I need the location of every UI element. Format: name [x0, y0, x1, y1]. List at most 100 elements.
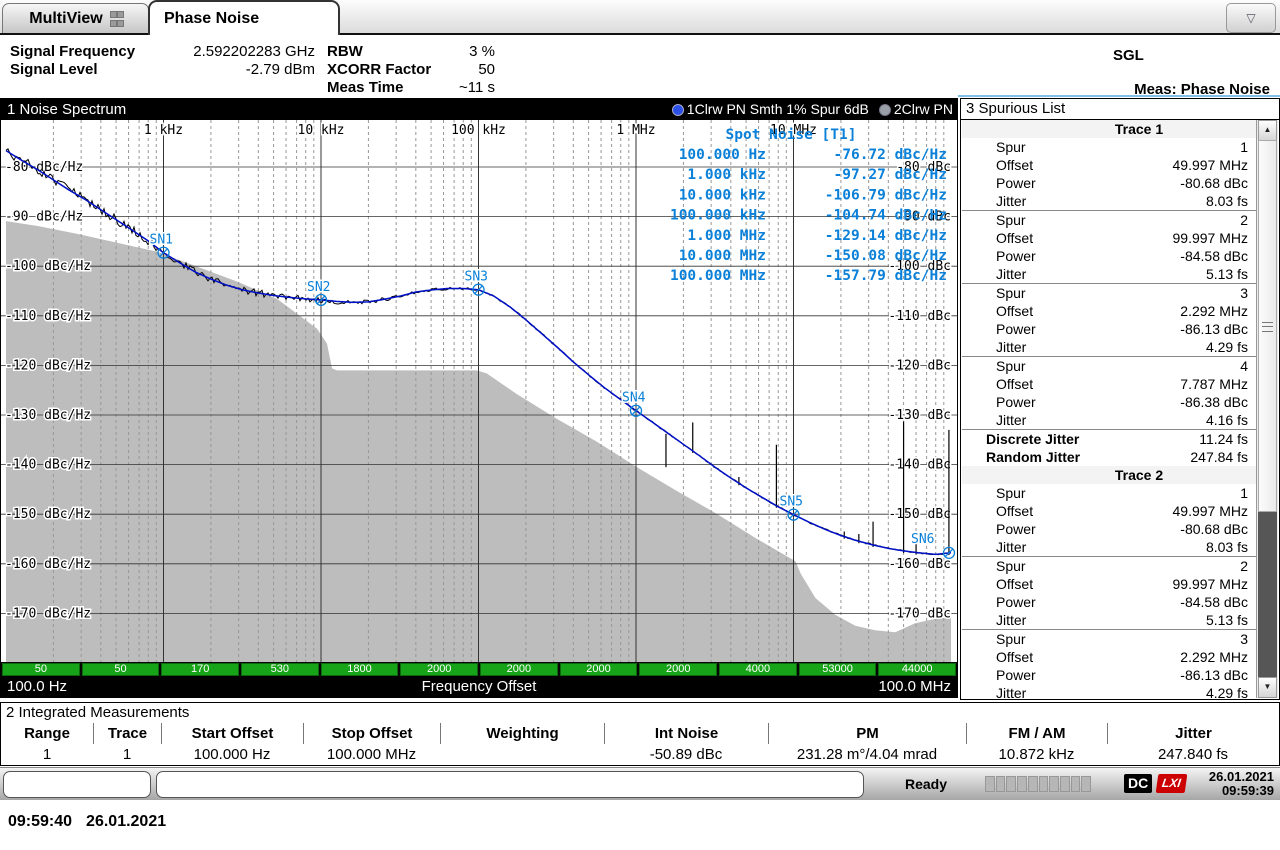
xcorr-segment-bar: 5050170530180020002000200020004000530004…: [1, 662, 957, 676]
xcorr-segment: 2000: [639, 663, 717, 676]
svg-text:-90 dBc/Hz: -90 dBc/Hz: [5, 210, 83, 225]
summary-row: Random Jitter247.84 fs: [962, 448, 1256, 466]
spot-noise-freq: 10.000 MHz: [679, 248, 766, 264]
progress-segment: [996, 776, 1006, 792]
summary-row: Discrete Jitter11.24 fs: [962, 430, 1256, 448]
multiview-grid-icon: [110, 11, 122, 27]
svg-text:10 kHz: 10 kHz: [298, 123, 345, 138]
svg-text:1 kHz: 1 kHz: [144, 123, 183, 138]
xcorr-segment: 2000: [560, 663, 638, 676]
marker-label: SN6: [911, 532, 934, 547]
taskbar-clock: 09:59:40 26.01.2021: [8, 813, 180, 831]
spot-noise-value: -157.79 dBc/Hz: [825, 268, 947, 284]
spur-number-row: Spur3: [962, 284, 1256, 302]
progress-bar: [985, 776, 1091, 792]
spur-group: Spur4Offset7.787 MHzPower-86.38 dBcJitte…: [962, 356, 1256, 429]
noise-spectrum-titlebar: 1 Noise Spectrum 1Clrw PN Smth 1% Spur 6…: [1, 99, 957, 120]
spot-noise-value: -97.27 dBc/Hz: [834, 167, 948, 183]
integrated-cell: Weighting: [440, 723, 604, 744]
progress-segment: [1039, 776, 1049, 792]
spur-power-row: Power-86.13 dBc: [962, 320, 1256, 338]
spur-offset-row: Offset99.997 MHz: [962, 575, 1256, 593]
svg-text:-170 dBc: -170 dBc: [888, 606, 951, 621]
spur-power-row: Power-80.68 dBc: [962, 520, 1256, 538]
svg-text:-150 dBc/Hz: -150 dBc/Hz: [5, 507, 91, 522]
scroll-down-button[interactable]: ▼: [1258, 677, 1277, 698]
trace-header: Trace 1: [962, 120, 1256, 138]
progress-segment: [1006, 776, 1016, 792]
signal-frequency-value: 2.592202283 GHz: [160, 43, 315, 60]
svg-text:-160 dBc/Hz: -160 dBc/Hz: [5, 557, 91, 572]
integrated-cell: [440, 744, 604, 765]
integrated-cell: 100.000 MHz: [303, 744, 440, 765]
spur-power-row: Power-84.58 dBc: [962, 247, 1256, 265]
spur-offset-row: Offset49.997 MHz: [962, 156, 1256, 174]
spurious-list-scrollbar[interactable]: ▲ ▼: [1256, 120, 1278, 698]
progress-segment: [1060, 776, 1070, 792]
spot-noise-value: -129.14 dBc/Hz: [825, 228, 947, 244]
status-field-left[interactable]: [3, 771, 151, 798]
legend-trace1[interactable]: 1Clrw PN Smth 1% Spur 6dB: [672, 99, 869, 120]
taskbar-date: 26.01.2021: [86, 813, 166, 830]
signal-frequency-label: Signal Frequency: [10, 43, 135, 60]
integrated-cell: Trace: [93, 723, 161, 744]
spur-jitter-row: Jitter4.29 fs: [962, 338, 1256, 356]
spur-jitter-row: Jitter5.13 fs: [962, 611, 1256, 629]
spur-group: Spur1Offset49.997 MHzPower-80.68 dBcJitt…: [962, 484, 1256, 556]
legend-trace2[interactable]: 2Clrw PN: [879, 99, 953, 120]
status-datetime: 26.01.2021 09:59:39: [1209, 770, 1274, 798]
xcorr-segment: 53000: [799, 663, 877, 676]
spur-offset-row: Offset2.292 MHz: [962, 302, 1256, 320]
marker-label: SN4: [622, 391, 646, 406]
xcorr-segment: 4000: [719, 663, 797, 676]
integrated-cell: Stop Offset: [303, 723, 440, 744]
spot-noise-freq: 10.000 kHz: [679, 187, 766, 203]
noise-spectrum-window: 1 Noise Spectrum 1Clrw PN Smth 1% Spur 6…: [0, 98, 958, 698]
status-bar: Ready DC LXI 26.01.2021 09:59:39: [0, 767, 1280, 800]
integrated-cell: FM / AM: [966, 723, 1107, 744]
tab-multiview[interactable]: MultiView: [2, 3, 149, 33]
spot-noise-freq: 1.000 MHz: [687, 228, 766, 244]
progress-segment: [1049, 776, 1059, 792]
window-dropdown-button[interactable]: ▽: [1226, 3, 1276, 33]
lxi-logo: LXI: [1156, 774, 1187, 793]
spur-number-row: Spur2: [962, 211, 1256, 229]
legend-trace2-label: 2Clrw PN: [894, 99, 953, 120]
scrollbar-thumb[interactable]: [1258, 140, 1277, 512]
tab-phase-noise[interactable]: Phase Noise: [148, 0, 340, 35]
spur-number-row: Spur2: [962, 557, 1256, 575]
spur-group: Spur3Offset2.292 MHzPower-86.13 dBcJitte…: [962, 283, 1256, 356]
spur-jitter-row: Jitter4.16 fs: [962, 411, 1256, 429]
spur-number-row: Spur4: [962, 357, 1256, 375]
spur-number-row: Spur3: [962, 630, 1256, 648]
spur-number-row: Spur1: [962, 484, 1256, 502]
spur-offset-row: Offset2.292 MHz: [962, 648, 1256, 666]
spur-jitter-row: Jitter4.29 fs: [962, 684, 1256, 698]
spur-power-row: Power-84.58 dBc: [962, 593, 1256, 611]
integrated-cell: 10.872 kHz: [966, 744, 1107, 765]
integrated-cell: Int Noise: [604, 723, 768, 744]
integrated-cell: 247.840 fs: [1107, 744, 1279, 765]
marker-label: SN3: [465, 270, 488, 285]
integrated-cell: 1: [1, 744, 93, 765]
scroll-up-button[interactable]: ▲: [1258, 120, 1277, 141]
integrated-header-row: RangeTraceStart OffsetStop OffsetWeighti…: [1, 723, 1279, 744]
integrated-cell: PM: [768, 723, 966, 744]
svg-text:-110 dBc/Hz: -110 dBc/Hz: [5, 309, 91, 324]
xcorr-segment: 44000: [878, 663, 956, 676]
meas-time-value: ~11 s: [385, 79, 495, 96]
status-field-main[interactable]: [156, 771, 864, 798]
svg-text:-130 dBc/Hz: -130 dBc/Hz: [5, 408, 91, 423]
spurious-list-window: 3 Spurious List Trace 1Spur1Offset49.997…: [960, 98, 1280, 700]
spur-power-row: Power-86.38 dBc: [962, 393, 1256, 411]
xcorr-segment: 50: [82, 663, 160, 676]
taskbar-time: 09:59:40: [8, 813, 72, 830]
spurious-list-title: 3 Spurious List: [961, 99, 1279, 120]
tab-phase-noise-label: Phase Noise: [164, 10, 259, 28]
scrollbar-track[interactable]: [1258, 512, 1277, 680]
integrated-cell: 231.28 m°/4.04 mrad: [768, 744, 966, 765]
spur-jitter-row: Jitter8.03 fs: [962, 192, 1256, 210]
svg-text:100 kHz: 100 kHz: [451, 123, 506, 138]
xcorr-segment: 50: [2, 663, 80, 676]
xcorr-segment: 530: [241, 663, 319, 676]
